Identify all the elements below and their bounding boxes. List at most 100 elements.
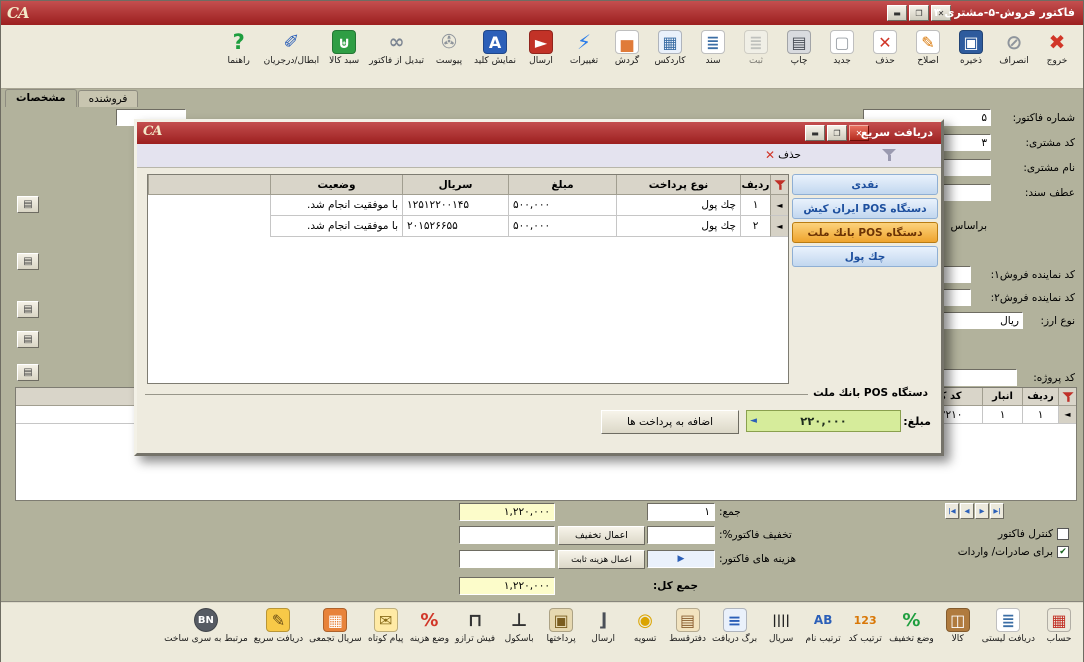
attachment-button[interactable]: ✇پیوست xyxy=(429,30,469,66)
sales-rep2-label: کد نماینده فروش۲: xyxy=(991,292,1075,304)
changes-button[interactable]: ⚡تغییرات xyxy=(564,30,604,66)
serial-button[interactable]: ||||سریال xyxy=(761,608,801,644)
cancel-button[interactable]: ⊘انصراف xyxy=(994,30,1034,66)
goods-basket-button[interactable]: ⊎سبد کالا xyxy=(324,30,364,66)
apply-fixed-cost-button[interactable]: اعمال هزینه ثابت xyxy=(558,550,645,569)
new-button[interactable]: ▢جدید xyxy=(822,30,862,66)
help-button[interactable]: ?راهنما xyxy=(219,30,259,66)
invoice-control-checkbox[interactable] xyxy=(1057,528,1069,540)
show-key-button[interactable]: Aنمایش کلید xyxy=(472,30,518,66)
receive-sheet-button[interactable]: ≡برگ دریافت xyxy=(710,608,759,644)
header-row[interactable]: ردیف xyxy=(740,175,770,195)
nav-first-button[interactable]: |◀ xyxy=(945,503,959,519)
row-printer-button[interactable]: ▤ xyxy=(17,253,39,270)
voucher-icon: ≣ xyxy=(701,30,725,54)
quick-receive-button[interactable]: ✎دریافت سریع xyxy=(252,608,305,644)
payment-row[interactable]: ◄۱چك پول۵۰۰,۰۰۰۱۲۵۱۲۲۰۰۱۴۵با موفقیت انجا… xyxy=(148,195,788,216)
add-to-payments-button[interactable]: اضافه به پرداخت ها xyxy=(601,410,739,434)
grid-header-warehouse[interactable]: انبار xyxy=(982,388,1022,406)
export-import-checkbox[interactable]: ✔ xyxy=(1057,546,1069,558)
cumulative-serial-icon: ▦ xyxy=(323,608,347,632)
payments-icon: ▣ xyxy=(549,608,573,632)
sum-count-box[interactable]: ۱ xyxy=(647,503,715,521)
amount-field[interactable]: ◄ ۲۲۰,۰۰۰ xyxy=(746,410,901,432)
nav-last-button[interactable]: ▶| xyxy=(990,503,1004,519)
costs-expand-button[interactable]: ▶ xyxy=(647,550,715,568)
grid-header-row[interactable]: ردیف xyxy=(1022,388,1058,406)
edit-button[interactable]: ✎اصلاح xyxy=(908,30,948,66)
row-printer-button[interactable]: ▤ xyxy=(17,331,39,348)
weighbridge-button[interactable]: ⊥باسکول xyxy=(499,608,539,644)
payment-method-button[interactable]: نقدی xyxy=(792,174,938,195)
header-serial[interactable]: سریال xyxy=(402,175,508,195)
installment-book-button[interactable]: ▤دفترقسط xyxy=(667,608,708,644)
sms-button[interactable]: ✉پیام کوتاه xyxy=(366,608,406,644)
discount-status-button[interactable]: %وضع تخفیف xyxy=(887,608,936,644)
tab-specifications[interactable]: مشخصات xyxy=(5,89,77,107)
header-amount[interactable]: مبلغ xyxy=(508,175,616,195)
grid-filter-icon[interactable] xyxy=(1058,388,1076,406)
payments-button[interactable]: ▣پرداختها xyxy=(541,608,581,644)
toolbar-item-label: ارسال xyxy=(591,634,615,644)
scale-slip-button[interactable]: ⊓فیش ترازو xyxy=(453,608,497,644)
list-receive-button[interactable]: ≣دریافت لیستی xyxy=(980,608,1037,644)
batch-series-button[interactable]: BNمرتبط به سری ساخت xyxy=(162,608,250,644)
dialog-toolbar: حذف ✕ xyxy=(137,144,941,168)
turnover-button[interactable]: ▅گردش xyxy=(607,30,647,66)
row-printer-button[interactable]: ▤ xyxy=(17,364,39,381)
minimize-button[interactable]: ▬ xyxy=(887,5,907,21)
settlement-button[interactable]: ◉تسویه xyxy=(625,608,665,644)
kardex-button[interactable]: ▦کاردکس xyxy=(650,30,690,66)
save-button[interactable]: ▣ذخیره xyxy=(951,30,991,66)
amount-spinner-icon[interactable]: ◄ xyxy=(750,416,757,426)
register-button[interactable]: ≣ثبت xyxy=(736,30,776,66)
toolbar-item-label: سبد کالا xyxy=(329,56,359,66)
delete-button[interactable]: ✕حذف xyxy=(865,30,905,66)
payments-filter-icon[interactable] xyxy=(770,175,788,195)
export-import-label: برای صادرات/ واردات xyxy=(958,546,1053,558)
header-status[interactable]: وضعیت xyxy=(270,175,402,195)
convert-invoice-button[interactable]: ∞تبدیل از فاکتور xyxy=(367,30,426,66)
payment-method-button[interactable]: چك پول xyxy=(792,246,938,267)
maximize-button[interactable]: ❐ xyxy=(909,5,929,21)
delete-payment-button[interactable]: حذف ✕ xyxy=(765,148,801,162)
dialog-minimize-button[interactable]: ▬ xyxy=(805,125,825,141)
payment-row[interactable]: ◄۲چك پول۵۰۰,۰۰۰۲۰۱۵۲۶۶۵۵با موفقیت انجام … xyxy=(148,216,788,237)
header-payment-type[interactable]: نوع پرداخت xyxy=(616,175,740,195)
goods-button[interactable]: ◫کالا xyxy=(938,608,978,644)
apply-discount-button[interactable]: اعمال تخفیف xyxy=(558,526,645,545)
account-button[interactable]: ▦حساب xyxy=(1039,608,1079,644)
payment-method-button[interactable]: دستگاه POS ایران کیش xyxy=(792,198,938,219)
discount-percent-input[interactable] xyxy=(647,526,715,544)
payments-table: ردیف نوع پرداخت مبلغ سریال وضعیت ◄۱چك پو… xyxy=(147,174,789,384)
code-sort-button[interactable]: 123ترتیب کد xyxy=(845,608,885,644)
print-button[interactable]: ▤چاپ xyxy=(779,30,819,66)
name-sort-button[interactable]: ABترتیب نام xyxy=(803,608,843,644)
dialog-maximize-button[interactable]: ❐ xyxy=(827,125,847,141)
toolbar-item-label: برگ دریافت xyxy=(712,634,757,644)
cost-status-button[interactable]: %وضع هزینه xyxy=(408,608,451,644)
exit-button[interactable]: ✖خروج xyxy=(1037,30,1077,66)
row-printer-button[interactable]: ▤ xyxy=(17,196,39,213)
toolbar-item-label: خروج xyxy=(1047,56,1068,66)
invoice-control-row[interactable]: کنترل فاکتور xyxy=(998,528,1069,540)
tab-seller[interactable]: فروشنده xyxy=(78,90,139,107)
grand-total-label: جمع کل: xyxy=(653,580,698,592)
payment-method-button[interactable]: دستگاه POS بانك ملت xyxy=(792,222,938,243)
send-truck-button[interactable]: ►ارسال xyxy=(521,30,561,66)
nav-next-button[interactable]: ▶ xyxy=(975,503,989,519)
nav-prev-button[interactable]: ◀ xyxy=(960,503,974,519)
window-titlebar: CA ▬ ❐ ✕ فاکتور فروش-۵-مشتری ۳ xyxy=(1,1,1083,25)
send-dolly-button[interactable]: ⌊ارسال xyxy=(583,608,623,644)
export-import-row[interactable]: ✔ برای صادرات/ واردات xyxy=(958,546,1069,558)
discount-amount-box[interactable] xyxy=(459,526,555,544)
bottom-toolbar: ▦حساب≣دریافت لیستی◫کالا%وضع تخفیف123ترتی… xyxy=(1,601,1083,662)
costs-amount-box[interactable] xyxy=(459,550,555,568)
toolbar-item-label: حساب xyxy=(1047,634,1072,644)
row-printer-button[interactable]: ▤ xyxy=(17,301,39,318)
filter-icon[interactable] xyxy=(881,148,897,162)
void-inprogress-button[interactable]: ✐ابطال/درجریان xyxy=(262,30,321,66)
tab-strip: فروشنده مشخصات xyxy=(1,89,1083,107)
cumulative-serial-button[interactable]: ▦سریال تجمعی xyxy=(307,608,364,644)
voucher-button[interactable]: ≣سند xyxy=(693,30,733,66)
